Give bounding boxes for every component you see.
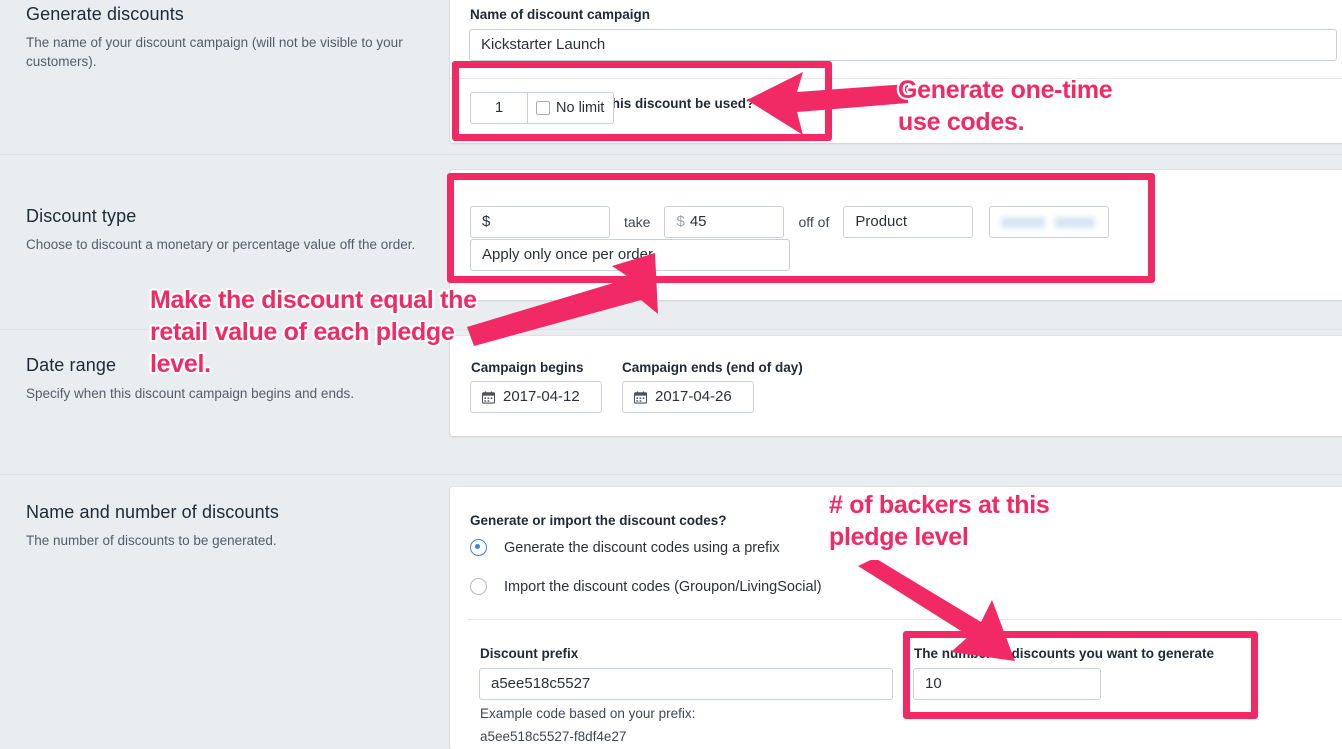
discount-amount-value: 45 [689, 213, 707, 230]
calendar-icon-2 [634, 390, 647, 404]
discount-type-row: $ take $45 off of Product [470, 206, 1110, 238]
section-name-and-number-left: Name and number of discounts The number … [26, 501, 436, 550]
page-title: Generate discounts [26, 4, 184, 24]
section-name-and-number-description: The number of discounts to be generated. [26, 533, 277, 548]
calendar-icon [482, 390, 495, 404]
discount-prefix-label: Discount prefix [480, 646, 579, 661]
campaign-begins-value: 2017-04-12 [503, 388, 580, 405]
name-and-number-card: Generate or import the discount codes? G… [450, 487, 1342, 749]
generate-or-import-label: Generate or import the discount codes? [470, 513, 727, 528]
campaign-begins-label: Campaign begins [471, 360, 584, 375]
section-discount-type: Discount type Choose to discount a monet… [0, 155, 1342, 330]
campaign-name-label: Name of discount campaign [470, 7, 651, 22]
section-discount-type-left: Discount type Choose to discount a monet… [26, 205, 436, 254]
name-and-number-title: Name and number of discounts [26, 502, 279, 522]
radio-generate-icon[interactable] [470, 539, 487, 556]
campaign-ends-label: Campaign ends (end of day) [622, 360, 803, 375]
card-divider [450, 78, 1342, 79]
redacted-text-icon-2 [1055, 216, 1096, 228]
card-divider-2 [468, 619, 1342, 620]
section-date-range: Date range Specify when this discount ca… [0, 330, 1342, 475]
section-date-range-left: Date range Specify when this discount ca… [26, 354, 436, 403]
section-generate-discounts-description: The name of your discount campaign (will… [26, 35, 403, 69]
no-limit-label: No limit [556, 100, 605, 116]
discount-amount-input[interactable]: $45 [664, 206, 785, 238]
campaign-begins-input[interactable]: 2017-04-12 [470, 381, 602, 413]
section-generate-discounts: Generate discounts The name of your disc… [0, 0, 1342, 155]
discount-type-select[interactable]: $ [470, 206, 610, 238]
off-of-label: off of [798, 214, 830, 230]
campaign-ends-value: 2017-04-26 [655, 388, 732, 405]
radio-option-generate[interactable]: Generate the discount codes using a pref… [470, 539, 780, 556]
discount-uses-input[interactable]: 1 [470, 92, 528, 124]
campaign-name-input[interactable]: Kickstarter Launch [469, 29, 1337, 61]
example-code-label: Example code based on your prefix: [480, 706, 696, 721]
campaign-ends-input[interactable]: 2017-04-26 [622, 381, 754, 413]
discount-count-label: The number of discounts you want to gene… [914, 646, 1215, 661]
radio-import-label: Import the discount codes (Groupon/Livin… [504, 578, 822, 595]
date-range-title: Date range [26, 355, 117, 375]
section-generate-discounts-left: Generate discounts The name of your disc… [26, 3, 436, 71]
example-code-value: a5ee518c5527-f8df4e27 [480, 729, 627, 744]
no-limit-checkbox-wrapper[interactable]: No limit [528, 92, 615, 124]
currency-symbol: $ [676, 213, 685, 230]
section-name-and-number: Name and number of discounts The number … [0, 475, 1342, 749]
checkbox-icon[interactable] [536, 101, 550, 115]
discount-count-input[interactable]: 10 [913, 668, 1101, 700]
take-label: take [624, 214, 651, 230]
discount-type-title: Discount type [26, 206, 137, 226]
discount-target-item-select[interactable] [989, 206, 1110, 238]
discount-uses-group: 1 No limit [470, 92, 615, 124]
section-discount-type-description: Choose to discount a monetary or percent… [26, 237, 416, 252]
discount-target-select[interactable]: Product [843, 206, 974, 238]
discount-settings-page: Generate discounts The name of your disc… [0, 0, 1342, 749]
date-range-card: Campaign begins Campaign ends (end of da… [450, 336, 1342, 436]
radio-generate-label: Generate the discount codes using a pref… [504, 539, 780, 556]
redacted-text-icon [1001, 216, 1046, 228]
apply-frequency-select[interactable]: Apply only once per order [470, 239, 790, 271]
discount-prefix-input[interactable]: a5ee518c5527 [479, 668, 893, 700]
section-date-range-description: Specify when this discount campaign begi… [26, 386, 354, 401]
radio-import-icon[interactable] [470, 578, 487, 595]
radio-option-import[interactable]: Import the discount codes (Groupon/Livin… [470, 578, 822, 595]
